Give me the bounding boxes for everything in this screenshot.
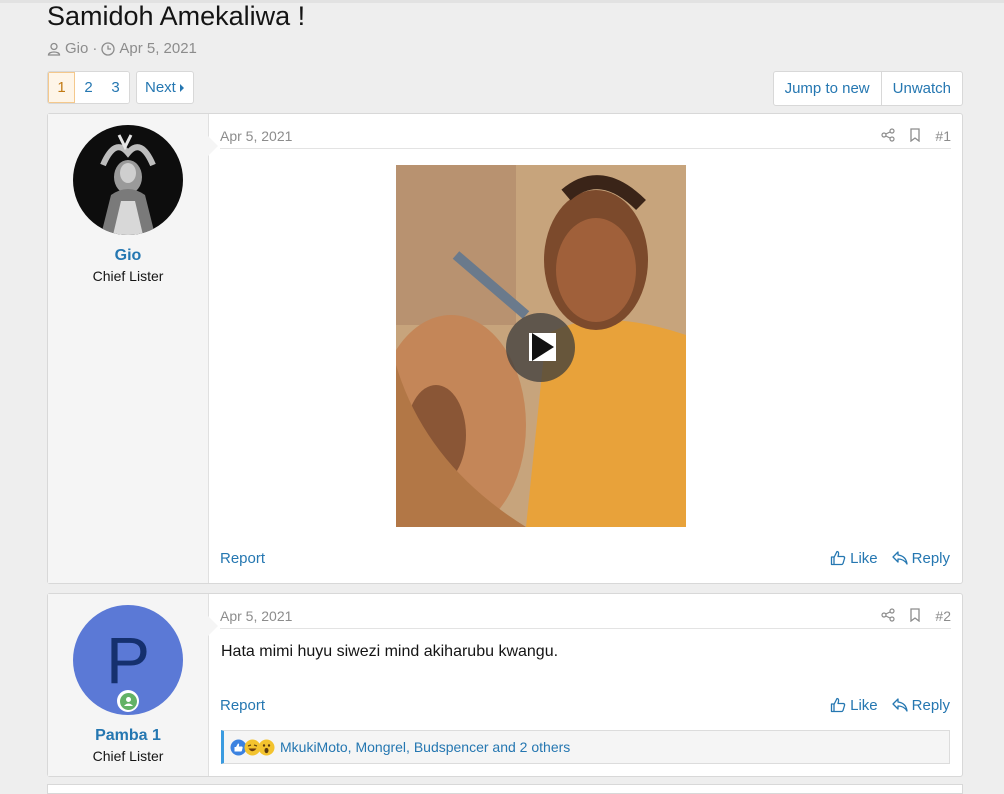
reply-icon xyxy=(891,551,908,565)
reply-label: Reply xyxy=(911,549,950,567)
reply-button[interactable]: Reply xyxy=(891,549,950,567)
share-icon[interactable] xyxy=(881,127,896,145)
post-header: Apr 5, 2021 #2 xyxy=(220,604,951,629)
post-footer: Report Like Reply xyxy=(220,546,950,570)
post-actions: Like Reply xyxy=(830,697,950,714)
jump-to-new-button[interactable]: Jump to new xyxy=(774,72,881,105)
thread-title: Samidoh Amekaliwa ! xyxy=(47,1,306,31)
user-arrow xyxy=(207,615,218,637)
thread-date[interactable]: Apr 5, 2021 xyxy=(119,40,197,57)
post-number[interactable]: #1 xyxy=(935,128,951,144)
post-message: Hata mimi huyu siwezi mind akiharubu kwa… xyxy=(221,643,559,660)
post-footer: Report Like Reply xyxy=(220,693,950,717)
post-date[interactable]: Apr 5, 2021 xyxy=(220,608,292,624)
next-label: Next xyxy=(145,79,176,96)
post-3-partial xyxy=(47,784,963,794)
thread-actions: Jump to new Unwatch xyxy=(772,71,963,106)
page-1-button[interactable]: 1 xyxy=(48,72,75,103)
post-date[interactable]: Apr 5, 2021 xyxy=(220,128,292,144)
like-label: Like xyxy=(850,696,878,714)
post-user-panel: P Pamba 1 Chief Lister xyxy=(48,594,209,776)
wow-reaction-icon xyxy=(258,739,275,756)
page-3-button[interactable]: 3 xyxy=(102,72,129,103)
reply-button[interactable]: Reply xyxy=(891,696,950,714)
reply-label: Reply xyxy=(911,696,950,714)
post-tools: #1 xyxy=(881,127,951,145)
bookmark-icon[interactable] xyxy=(909,607,921,625)
user-icon xyxy=(47,42,61,56)
online-user-icon xyxy=(119,692,137,710)
post-tools: #2 xyxy=(881,607,951,625)
report-button[interactable]: Report xyxy=(220,550,265,567)
caret-right-icon xyxy=(179,79,185,96)
thumbs-up-icon xyxy=(830,550,846,566)
post-2: P Pamba 1 Chief Lister Apr 5, 2021 #2 Ha… xyxy=(47,593,963,777)
unwatch-button[interactable]: Unwatch xyxy=(880,72,962,105)
bookmark-icon[interactable] xyxy=(909,127,921,145)
post-number[interactable]: #2 xyxy=(935,608,951,624)
like-button[interactable]: Like xyxy=(830,697,878,714)
like-button[interactable]: Like xyxy=(830,550,878,567)
online-status-badge xyxy=(117,690,139,712)
pagination: 1 2 3 Next xyxy=(47,71,194,104)
reactions-list[interactable]: MkukiMoto, Mongrel, Budspencer and 2 oth… xyxy=(280,739,570,755)
meta-separator: · xyxy=(92,40,98,57)
post-username[interactable]: Gio xyxy=(48,247,208,265)
post-actions: Like Reply xyxy=(830,550,950,567)
avatar[interactable] xyxy=(73,125,183,235)
thumbs-up-icon xyxy=(830,697,846,713)
reactions-bar[interactable]: MkukiMoto, Mongrel, Budspencer and 2 oth… xyxy=(221,730,950,764)
share-icon[interactable] xyxy=(881,607,896,625)
reply-icon xyxy=(891,698,908,712)
post-1: Gio Chief Lister Apr 5, 2021 #1 Report L… xyxy=(47,113,963,584)
clock-icon xyxy=(101,41,115,56)
post-username[interactable]: Pamba 1 xyxy=(48,727,208,745)
post-header: Apr 5, 2021 #1 xyxy=(220,124,951,149)
report-button[interactable]: Report xyxy=(220,697,265,714)
next-page-button[interactable]: Next xyxy=(136,71,194,104)
user-arrow xyxy=(207,135,218,157)
thread-meta: Gio · Apr 5, 2021 xyxy=(47,40,197,57)
post-user-panel: Gio Chief Lister xyxy=(48,114,209,583)
page-numbers: 1 2 3 xyxy=(47,71,130,104)
thread-author[interactable]: Gio xyxy=(65,40,88,57)
avatar-letter: P xyxy=(105,623,151,697)
play-icon xyxy=(506,333,575,386)
play-button[interactable] xyxy=(506,313,575,382)
video-player[interactable] xyxy=(396,165,686,527)
post-user-title: Chief Lister xyxy=(92,268,164,284)
post-user-title: Chief Lister xyxy=(92,748,164,764)
like-label: Like xyxy=(850,549,878,567)
page-2-button[interactable]: 2 xyxy=(75,72,102,103)
